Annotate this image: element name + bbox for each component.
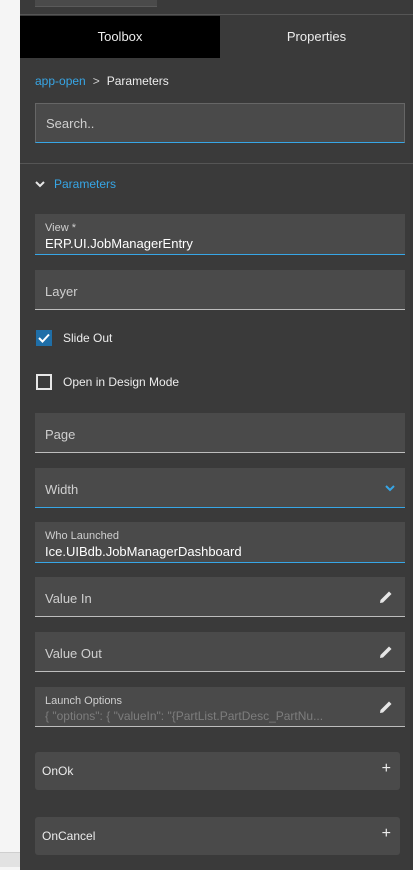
page-field[interactable]: Page bbox=[35, 413, 405, 453]
who-launched-field[interactable]: Who Launched Ice.UIBdb.JobManagerDashboa… bbox=[35, 522, 405, 563]
layer-placeholder: Layer bbox=[45, 284, 78, 299]
view-value: ERP.UI.JobManagerEntry bbox=[45, 236, 193, 251]
breadcrumb-separator: > bbox=[92, 74, 100, 88]
plus-icon[interactable]: + bbox=[382, 760, 391, 778]
breadcrumb: app-open > Parameters bbox=[35, 74, 169, 88]
design-mode-checkbox[interactable]: Open in Design Mode bbox=[36, 374, 179, 390]
checkmark-icon bbox=[38, 333, 50, 343]
value-out-placeholder: Value Out bbox=[45, 646, 102, 661]
breadcrumb-link[interactable]: app-open bbox=[35, 74, 86, 88]
search-box bbox=[35, 103, 405, 143]
width-select[interactable]: Width bbox=[35, 468, 405, 508]
tab-bar: Toolbox Properties bbox=[20, 16, 413, 58]
search-input[interactable] bbox=[36, 104, 404, 142]
launch-options-value: { "options": { "valueIn": "{PartList.Par… bbox=[45, 709, 324, 723]
left-strip bbox=[0, 0, 20, 870]
pencil-icon[interactable] bbox=[379, 700, 393, 714]
tab-properties[interactable]: Properties bbox=[220, 16, 413, 58]
oncancel-group[interactable]: OnCancel + bbox=[35, 817, 400, 855]
top-bar bbox=[20, 0, 413, 15]
oncancel-label: OnCancel bbox=[42, 829, 96, 843]
plus-icon[interactable]: + bbox=[382, 825, 391, 843]
slide-out-checkbox[interactable]: Slide Out bbox=[36, 330, 112, 346]
top-field-edge bbox=[35, 0, 157, 7]
slide-out-label: Slide Out bbox=[63, 331, 113, 345]
onok-group[interactable]: OnOk + bbox=[35, 752, 400, 790]
pencil-icon[interactable] bbox=[379, 645, 393, 659]
value-in-placeholder: Value In bbox=[45, 591, 92, 606]
divider bbox=[20, 163, 413, 164]
pencil-icon[interactable] bbox=[379, 590, 393, 604]
onok-label: OnOk bbox=[42, 764, 74, 778]
section-title: Parameters bbox=[54, 177, 117, 191]
section-toggle-parameters[interactable]: Parameters bbox=[35, 174, 116, 194]
tab-toolbox[interactable]: Toolbox bbox=[20, 16, 220, 58]
page-placeholder: Page bbox=[45, 427, 76, 442]
value-out-field[interactable]: Value Out bbox=[35, 632, 405, 672]
left-strip-stub bbox=[0, 852, 20, 867]
view-field[interactable]: View * ERP.UI.JobManagerEntry bbox=[35, 214, 405, 255]
design-mode-checkbox-box[interactable] bbox=[36, 374, 52, 390]
launch-options-field[interactable]: Launch Options { "options": { "valueIn":… bbox=[35, 687, 405, 727]
chevron-down-icon bbox=[35, 180, 45, 187]
chevron-down-icon bbox=[385, 485, 395, 492]
slide-out-checkbox-box[interactable] bbox=[36, 330, 52, 346]
who-launched-value: Ice.UIBdb.JobManagerDashboard bbox=[45, 544, 242, 559]
launch-options-label: Launch Options bbox=[45, 695, 123, 707]
view-label: View * bbox=[45, 222, 76, 234]
layer-field[interactable]: Layer bbox=[35, 270, 405, 310]
width-placeholder: Width bbox=[45, 482, 79, 497]
design-mode-label: Open in Design Mode bbox=[63, 375, 180, 389]
value-in-field[interactable]: Value In bbox=[35, 577, 405, 617]
breadcrumb-current: Parameters bbox=[106, 74, 169, 88]
who-launched-label: Who Launched bbox=[45, 530, 119, 542]
properties-panel: Toolbox Properties app-open > Parameters P… bbox=[20, 0, 413, 870]
